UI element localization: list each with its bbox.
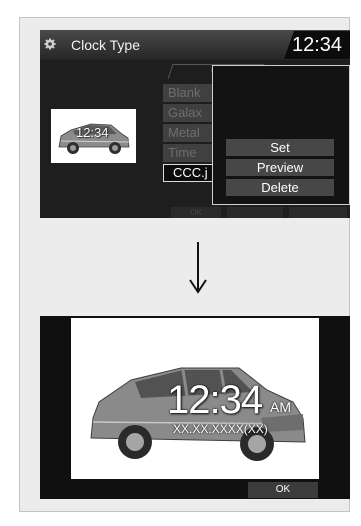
clock-display: 12:34 <box>284 31 350 59</box>
preview-thumbnail: 12:34 <box>51 109 136 163</box>
dimmed-button-2[interactable] <box>227 207 283 218</box>
ok-button-dimmed[interactable]: OK <box>171 207 221 218</box>
options-popup: Set Preview Delete <box>212 65 350 205</box>
bottom-button-row: OK <box>163 207 350 218</box>
dimmed-button-3[interactable] <box>289 207 347 218</box>
clock-type-screen: Clock Type 12:34 Cl Blank Galax Metal Ti… <box>40 30 350 218</box>
set-button[interactable]: Set <box>226 139 334 156</box>
preview-ampm: AM <box>270 399 291 415</box>
title-bar: Clock Type 12:34 <box>40 30 350 60</box>
gear-icon <box>44 38 56 50</box>
preview-image-area: 12:34 AM XX.XX.XXXX(XX) <box>71 318 319 479</box>
ok-button[interactable]: OK <box>248 482 318 498</box>
preview-clock-time: 12:34 <box>167 378 263 422</box>
preview-date: XX.XX.XXXX(XX) <box>173 422 268 436</box>
delete-button[interactable]: Delete <box>226 179 334 196</box>
thumbnail-time: 12:34 <box>76 125 109 140</box>
down-arrow-icon <box>189 242 207 294</box>
preview-button[interactable]: Preview <box>226 159 334 176</box>
screen-title: Clock Type <box>71 37 140 53</box>
clock-preview-screen: 12:34 AM XX.XX.XXXX(XX) OK <box>40 316 350 499</box>
